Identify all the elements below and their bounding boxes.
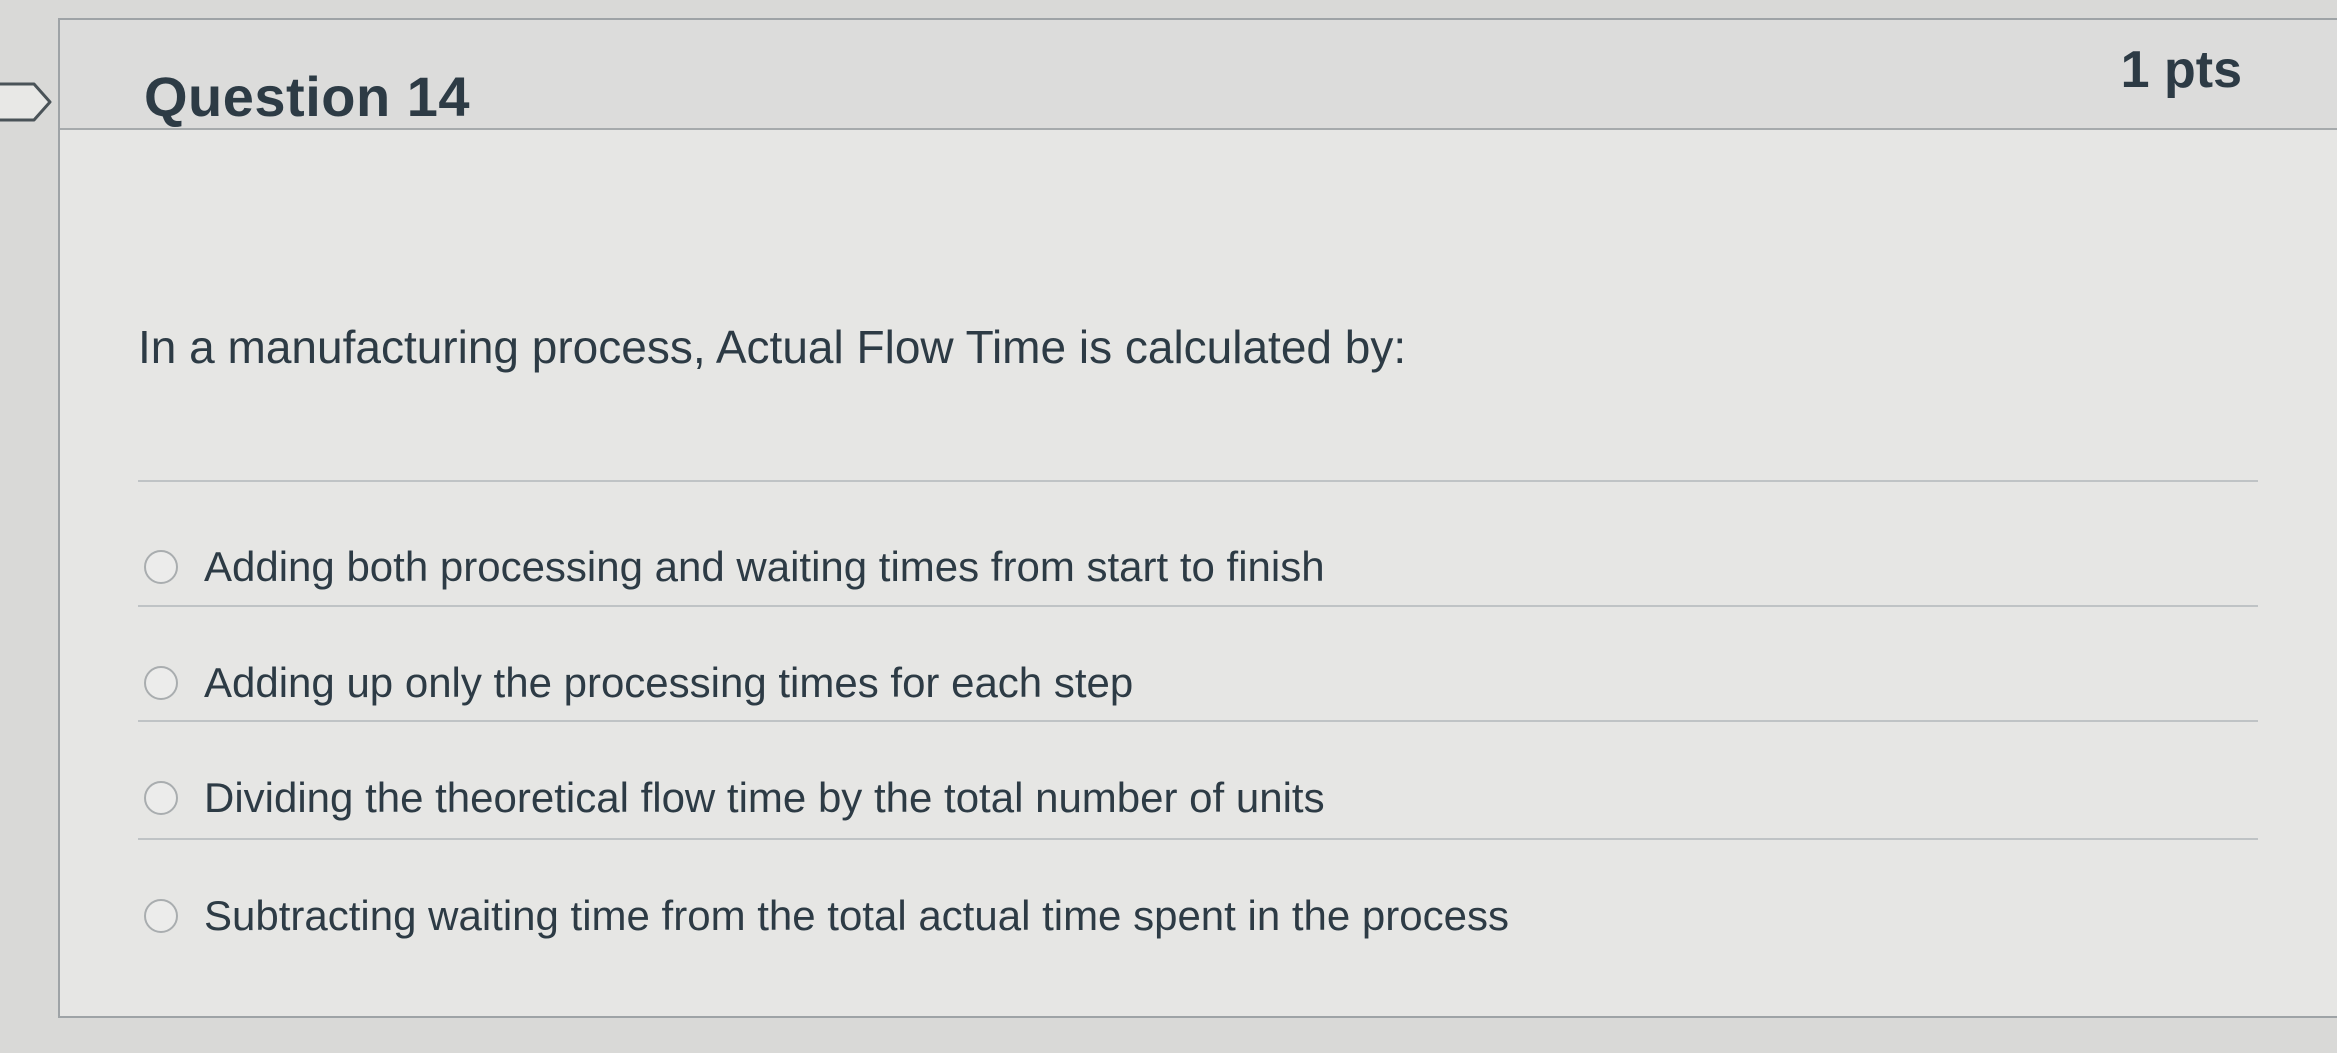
answer-label: Subtracting waiting time from the total … [204,892,1509,939]
divider [138,838,2258,840]
question-header: Question 14 1 pts [60,20,2337,130]
answer-option-1[interactable]: Adding both processing and waiting times… [144,527,2244,607]
question-prompt: In a manufacturing process, Actual Flow … [138,321,1407,373]
answer-option-3[interactable]: Dividing the theoretical flow time by th… [144,758,2244,838]
radio-button[interactable] [144,899,178,933]
divider [138,605,2258,607]
question-card: Question 14 1 pts In a manufacturing pro… [58,18,2337,1018]
answer-label: Adding up only the processing times for … [204,659,1134,706]
question-title: Question 14 [144,65,471,128]
question-points: 1 pts [2120,41,2242,99]
answer-label: Adding both processing and waiting times… [204,543,1325,590]
question-flag-icon[interactable] [0,80,56,124]
answer-option-4[interactable]: Subtracting waiting time from the total … [144,876,2244,956]
divider [138,720,2258,722]
radio-button[interactable] [144,550,178,584]
divider [138,480,2258,482]
answer-label: Dividing the theoretical flow time by th… [204,774,1325,821]
radio-button[interactable] [144,781,178,815]
radio-button[interactable] [144,666,178,700]
answer-option-2[interactable]: Adding up only the processing times for … [144,643,2244,723]
